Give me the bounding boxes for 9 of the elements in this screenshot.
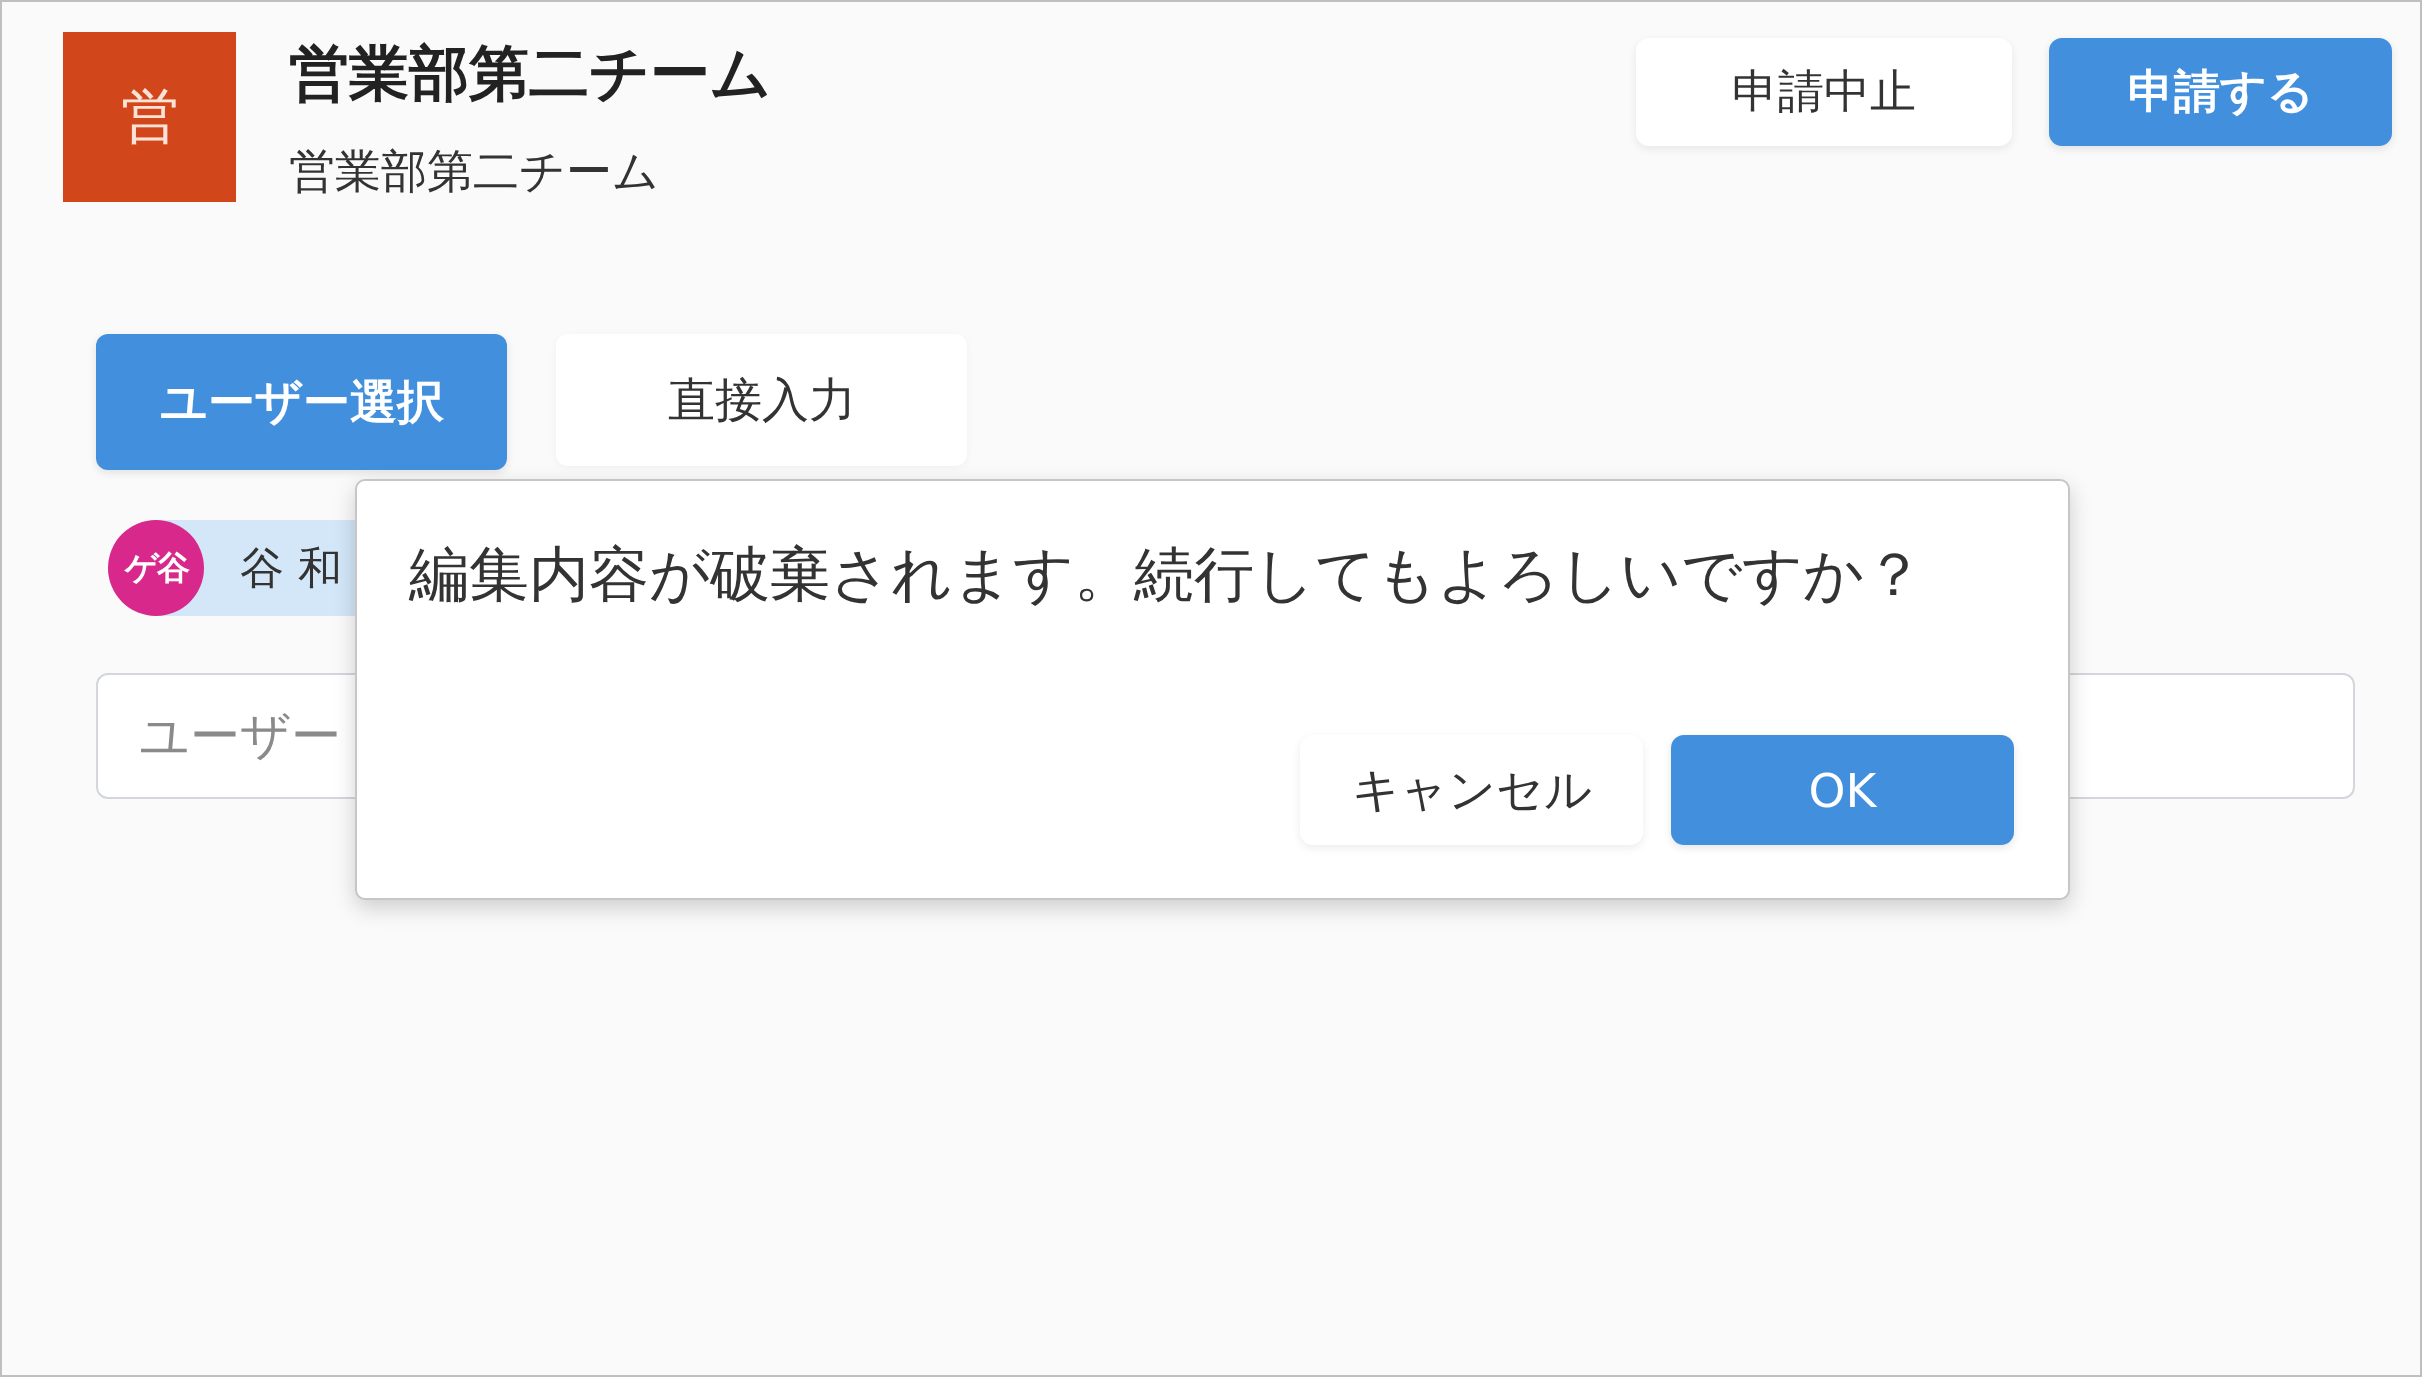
- stop-request-button[interactable]: 申請中止: [1636, 38, 2012, 146]
- tab[interactable]: 直接入力: [556, 334, 967, 466]
- cancel-button[interactable]: キャンセル: [1300, 735, 1643, 845]
- dialog-message: 編集内容が破棄されます。続行してもよろしいですか？: [409, 538, 1925, 611]
- team-avatar: 営: [63, 32, 236, 202]
- user-avatar: ゲ谷: [108, 520, 204, 616]
- team-name: 営業部第二チーム: [289, 38, 771, 108]
- user-name: 谷 和: [240, 540, 342, 595]
- team-subtitle: 営業部第二チーム: [289, 143, 659, 200]
